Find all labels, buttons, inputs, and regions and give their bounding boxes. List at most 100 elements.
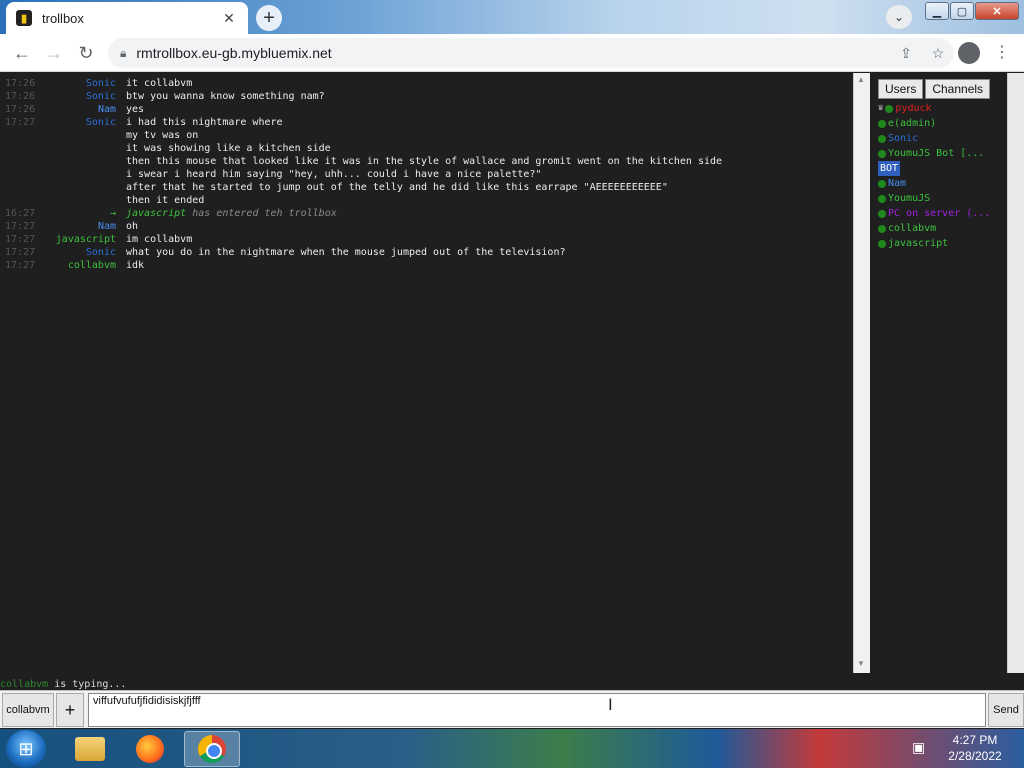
user-list-item[interactable]: YoumuJS Bot [...: [878, 146, 1006, 161]
address-bar[interactable]: 🔒︎ rmtrollbox.eu-gb.mybluemix.net ⇪ ☆: [108, 38, 954, 68]
user-name: Sonic: [888, 133, 919, 144]
user-list-item[interactable]: BOT: [878, 161, 1006, 176]
chat-message: yes: [126, 104, 145, 115]
chat-timestamp: [0, 168, 42, 181]
user-list-item[interactable]: e(admin): [878, 116, 1006, 131]
chat-line: 17:26 Sonic it collabvm: [0, 77, 852, 90]
taskbar: ⊞ ▣ 4:27 PM 2/28/2022: [0, 729, 1024, 768]
chat-nick[interactable]: Sonic: [42, 77, 126, 90]
chat-message: i swear i heard him saying "hey, uhh... …: [126, 169, 542, 180]
online-status-icon: [878, 194, 886, 203]
chat-nick[interactable]: →: [42, 207, 126, 220]
chat-nick[interactable]: Sonic: [42, 246, 126, 259]
chat-line: 17:27 javascript im collabvm: [0, 233, 852, 246]
url-text[interactable]: rmtrollbox.eu-gb.mybluemix.net: [136, 45, 890, 61]
chat-message: my tv was on: [126, 130, 199, 141]
user-list-item[interactable]: Sonic: [878, 131, 1006, 146]
user-list-item[interactable]: ♛ pyduck: [878, 101, 1006, 116]
user-name: YoumuJS Bot [...: [888, 148, 985, 159]
user-list-item[interactable]: javascript: [878, 236, 1006, 251]
chat-line: after that he started to jump out of the…: [0, 181, 852, 194]
chat-line: it was showing like a kitchen side: [0, 142, 852, 155]
chat-nick[interactable]: [42, 194, 126, 207]
forward-arrow-icon[interactable]: →: [42, 41, 66, 65]
chat-timestamp: 17:26: [5, 104, 36, 115]
message-input[interactable]: [88, 693, 986, 727]
profile-avatar-icon[interactable]: [958, 42, 980, 64]
chat-message: javascript has entered teh trollbox: [126, 207, 852, 220]
system-text: has entered teh trollbox: [192, 208, 337, 219]
sidebar: Users Channels ♛ pyduck e(admin) Sonic Youmu…: [874, 73, 1007, 673]
tab-channels[interactable]: Channels: [925, 79, 991, 99]
nickname-button[interactable]: collabvm: [2, 693, 54, 727]
chat-line: 17:27 Sonic what you do in the nightmare w…: [0, 246, 852, 259]
chat-timestamp: 17:26: [5, 91, 36, 102]
chat-nick[interactable]: collabvm: [42, 259, 126, 272]
browser-toolbar: ← → ↻ 🔒︎ rmtrollbox.eu-gb.mybluemix.net …: [0, 34, 1024, 72]
chat-timestamp: 17:27: [5, 221, 36, 232]
start-button[interactable]: ⊞: [6, 730, 46, 768]
firefox-icon: [136, 735, 164, 763]
chat-message: it was showing like a kitchen side: [126, 143, 331, 154]
back-arrow-icon[interactable]: ←: [10, 41, 34, 65]
chat-nick[interactable]: javascript: [42, 233, 126, 246]
chat-line: then it ended: [0, 194, 852, 207]
chat-line: 16:27 → javascript has entered teh trollbo…: [0, 207, 852, 220]
tab-users[interactable]: Users: [878, 79, 924, 99]
chat-nick[interactable]: [42, 168, 126, 181]
system-nick[interactable]: javascript: [126, 208, 186, 219]
network-icon[interactable]: ▣: [912, 739, 930, 757]
online-status-icon: [878, 149, 886, 158]
share-icon[interactable]: ⇪: [890, 45, 922, 62]
chat-nick[interactable]: Sonic: [42, 90, 126, 103]
maximize-button[interactable]: ▢: [950, 2, 974, 20]
new-tab-button[interactable]: +: [256, 5, 282, 31]
user-list-item[interactable]: collabvm: [878, 221, 1006, 236]
user-list-item[interactable]: YoumuJS: [878, 191, 1006, 206]
chat-log: 17:26 Sonic it collabvm 17:26 Sonic btw you w…: [0, 77, 852, 673]
bot-badge: BOT: [878, 161, 901, 176]
add-button[interactable]: +: [56, 693, 84, 727]
user-list-item[interactable]: PC on server (...: [878, 206, 1006, 221]
chat-message: idk: [126, 260, 145, 271]
clock-time: 4:27 PM: [952, 733, 998, 747]
chat-timestamp: 17:26: [5, 78, 36, 89]
chat-nick[interactable]: [42, 181, 126, 194]
send-button[interactable]: Send: [988, 693, 1024, 727]
chat-nick[interactable]: [42, 142, 126, 155]
file-explorer-taskbar-button[interactable]: [62, 731, 118, 767]
system-clock[interactable]: 4:27 PM 2/28/2022: [940, 732, 1010, 766]
chat-message: after that he started to jump out of the…: [126, 182, 668, 193]
firefox-taskbar-button[interactable]: [122, 731, 178, 767]
close-tab-icon[interactable]: ✕: [220, 10, 238, 27]
browser-tab[interactable]: ▮ trollbox ✕: [6, 2, 248, 34]
reload-icon[interactable]: ↻: [74, 41, 98, 65]
text-cursor-icon: I: [608, 695, 613, 714]
browser-menu-icon[interactable]: ⋮: [994, 42, 1010, 64]
chat-message: then this mouse that looked like it was …: [126, 156, 723, 167]
chat-nick[interactable]: [42, 155, 126, 168]
user-list-item[interactable]: Nam: [878, 176, 1006, 191]
chat-message: oh: [126, 221, 139, 232]
bookmark-star-icon[interactable]: ☆: [922, 45, 954, 62]
crown-icon: ♛: [878, 103, 884, 113]
minimize-button[interactable]: ▁: [925, 2, 949, 20]
tab-title: trollbox: [42, 10, 84, 26]
tab-search-icon[interactable]: ⌄: [886, 5, 912, 29]
chrome-taskbar-button[interactable]: [184, 731, 240, 767]
scroll-down-arrow-icon[interactable]: ▼: [857, 659, 865, 668]
chat-nick[interactable]: Nam: [42, 220, 126, 233]
chat-scrollbar[interactable]: ▲ ▼: [853, 73, 870, 673]
user-name: pyduck: [895, 103, 932, 114]
chat-nick[interactable]: [42, 129, 126, 142]
chat-message: i had this nightmare where: [126, 117, 283, 128]
chat-nick[interactable]: Sonic: [42, 116, 126, 129]
close-window-button[interactable]: ✕: [975, 2, 1019, 20]
online-status-icon: [878, 239, 886, 248]
scroll-up-arrow-icon[interactable]: ▲: [857, 75, 865, 84]
input-bar: collabvm + Send: [0, 690, 1024, 728]
chat-line: i swear i heard him saying "hey, uhh... …: [0, 168, 852, 181]
page-scrollbar[interactable]: [1007, 73, 1024, 673]
chat-nick[interactable]: Nam: [42, 103, 126, 116]
chat-timestamp: 17:27: [5, 247, 36, 258]
